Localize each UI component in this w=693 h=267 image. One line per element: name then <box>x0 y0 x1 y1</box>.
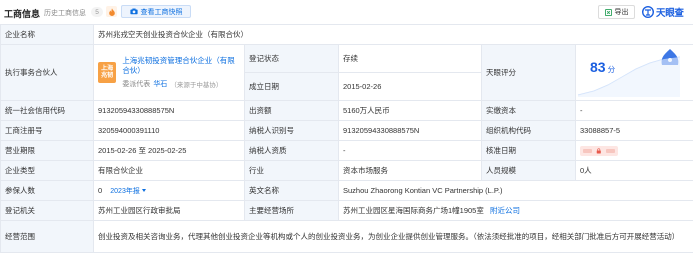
founded-label: 成立日期 <box>244 72 339 101</box>
insured-value: 0 <box>98 185 103 195</box>
credit-code-value: 91320594330888575N <box>93 100 245 121</box>
locked-value[interactable] <box>580 145 618 156</box>
taxpayer-id-value: 91320594330888575N <box>338 120 482 141</box>
history-link[interactable]: 历史工商信息 <box>44 8 86 18</box>
taxpayer-quality-value: - <box>338 140 482 161</box>
insured-label: 参保人数 <box>0 180 94 201</box>
reg-no-label: 工商注册号 <box>0 120 94 141</box>
credit-code-label: 统一社会信用代码 <box>0 100 94 121</box>
english-name-value: Suzhou Zhaorong Kontian VC Partnership (… <box>337 180 693 201</box>
capital-label: 出资额 <box>244 100 339 121</box>
authority-value: 苏州工业园区行政审批局 <box>93 200 245 221</box>
representative-line: 委派代表 华石 （来源于中基协） <box>122 79 240 89</box>
company-type-value: 有限合伙企业 <box>93 160 245 181</box>
representative-link[interactable]: 华石 <box>153 79 167 89</box>
reg-no-value: 320594000391110 <box>93 120 245 141</box>
representative-source: （来源于中基协） <box>170 82 223 89</box>
english-name-label: 英文名称 <box>244 180 339 201</box>
taxpayer-quality-label: 纳税人资质 <box>244 140 339 161</box>
scope-value: 创业投资及相关咨询业务，代理其他创业投资企业等机构或个人的创业投资业务，为创业企… <box>92 220 693 253</box>
company-name-value: 苏州兆戎空天创业投资合伙企业（有限合伙） <box>92 24 693 45</box>
export-icon <box>604 8 612 16</box>
industry-label: 行业 <box>244 160 339 181</box>
capital-value: 5160万人民币 <box>338 100 482 121</box>
term-value: 2015-02-26 至 2025-02-25 <box>93 140 245 161</box>
section-header: 工商信息 历史工商信息 5 查看工商快照 导出 天眼查 <box>0 0 693 24</box>
founded-value: 2015-02-26 <box>338 72 482 101</box>
fire-icon[interactable] <box>106 6 117 17</box>
history-count-badge: 5 <box>91 7 103 17</box>
score-cell[interactable]: 83 分 <box>574 44 693 101</box>
paid-capital-label: 实缴资本 <box>481 100 576 121</box>
snapshot-label: 查看工商快照 <box>140 8 183 16</box>
org-code-label: 组织机构代码 <box>481 120 576 141</box>
scope-label: 经营范围 <box>0 220 94 253</box>
industry-value: 资本市场服务 <box>338 160 482 181</box>
reg-status-label: 登记状态 <box>244 44 339 73</box>
snapshot-button[interactable]: 查看工商快照 <box>121 5 191 18</box>
staff-size-label: 人员规模 <box>481 160 576 181</box>
section-title: 工商信息 <box>4 9 41 19</box>
partner-logo[interactable]: 上海 兆韧 <box>98 62 117 83</box>
score-label: 天眼评分 <box>481 44 576 101</box>
nearby-companies-link[interactable]: 附近公司 <box>490 206 520 215</box>
approval-date-value[interactable] <box>574 140 693 161</box>
term-label: 营业期限 <box>0 140 94 161</box>
business-info-table: 企业名称 苏州兆戎空天创业投资合伙企业（有限合伙） 执行事务合伙人 上海 兆韧 … <box>0 24 693 253</box>
lock-icon <box>596 147 602 153</box>
address-label: 主要经营场所 <box>244 200 339 221</box>
company-name-label: 企业名称 <box>0 24 94 45</box>
partner-name-link[interactable]: 上海兆韧投资管理合伙企业（有限合伙） <box>122 56 240 76</box>
approval-date-label: 核准日期 <box>481 140 576 161</box>
logo-icon <box>642 6 654 18</box>
export-label: 导出 <box>614 9 629 16</box>
score-value: 83 分 <box>590 59 616 75</box>
taxpayer-id-label: 纳税人识别号 <box>244 120 339 141</box>
insured-cell: 0 2023年报 <box>93 180 245 201</box>
insured-year-dropdown[interactable]: 2023年报 <box>110 188 146 195</box>
address-value: 苏州工业园区星海国际商务广场1幢1905室 <box>343 206 484 215</box>
paid-capital-value: - <box>574 100 693 121</box>
export-button[interactable]: 导出 <box>598 5 635 19</box>
camera-icon <box>129 8 138 15</box>
org-code-value: 33088857-5 <box>574 120 693 141</box>
address-cell: 苏州工业园区星海国际商务广场1幢1905室 附近公司 <box>337 200 693 221</box>
partner-label: 执行事务合伙人 <box>0 44 94 101</box>
representative-label: 委派代表 <box>122 81 151 88</box>
tianyancha-logo: 天眼查 <box>642 5 684 19</box>
company-type-label: 企业类型 <box>0 160 94 181</box>
partner-cell: 上海 兆韧 上海兆韧投资管理合伙企业（有限合伙） 委派代表 华石 （来源于中基协… <box>93 44 245 101</box>
reg-status-value: 存续 <box>338 44 482 73</box>
authority-label: 登记机关 <box>0 200 94 221</box>
staff-size-value: 0人 <box>574 160 693 181</box>
logo-text: 天眼查 <box>656 8 684 19</box>
